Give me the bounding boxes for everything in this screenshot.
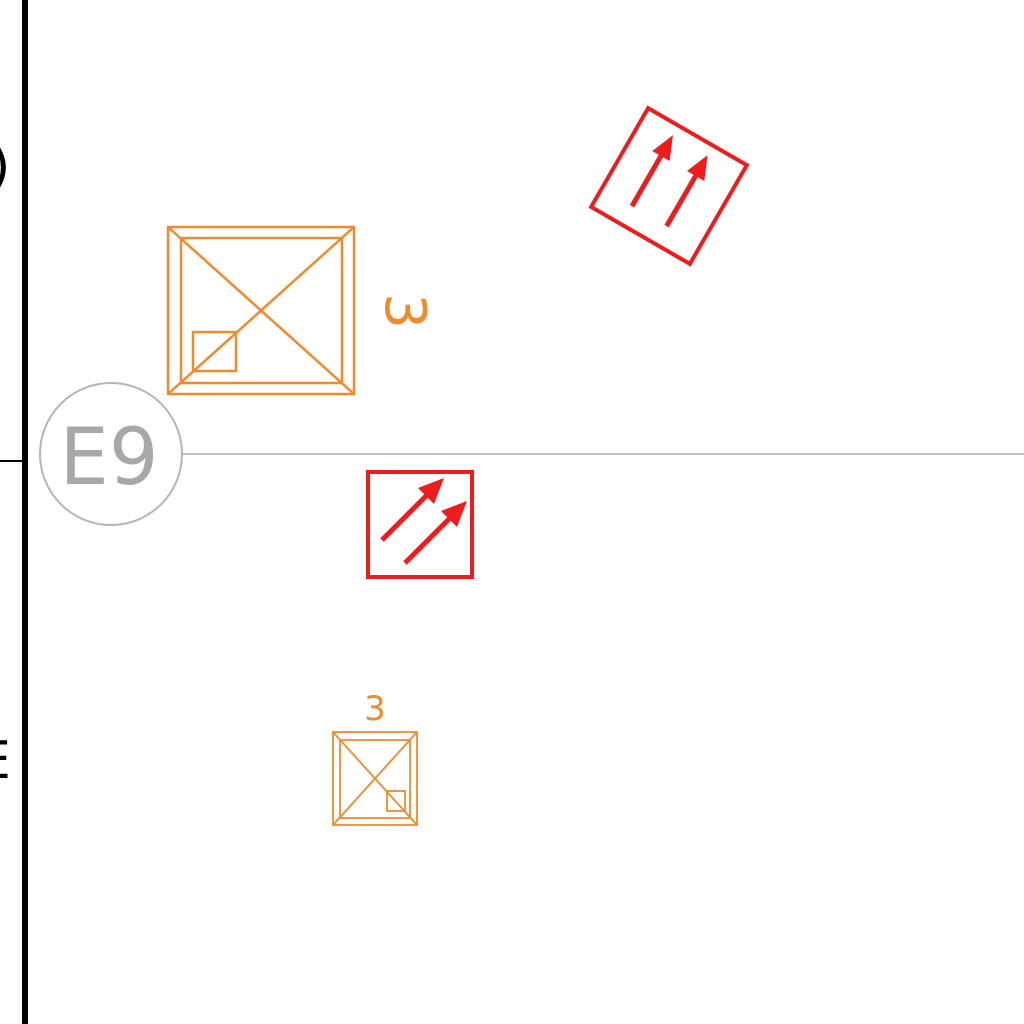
floor-plan-drawing: ) E E9 3 3 — [0, 0, 1024, 1024]
exit-sign-rotated — [588, 105, 750, 267]
grid-bubble-label: E9 — [60, 413, 159, 503]
edge-label-top: ) — [0, 137, 10, 197]
wall-line — [22, 0, 28, 1024]
light-fixture-large — [166, 225, 356, 396]
fixture-tag-large: 3 — [372, 293, 437, 329]
light-fixture-small — [332, 731, 418, 826]
fixture-tag-small: 3 — [364, 689, 386, 729]
edge-label-bottom: E — [0, 731, 11, 791]
exit-sign-diagonal — [366, 470, 474, 579]
